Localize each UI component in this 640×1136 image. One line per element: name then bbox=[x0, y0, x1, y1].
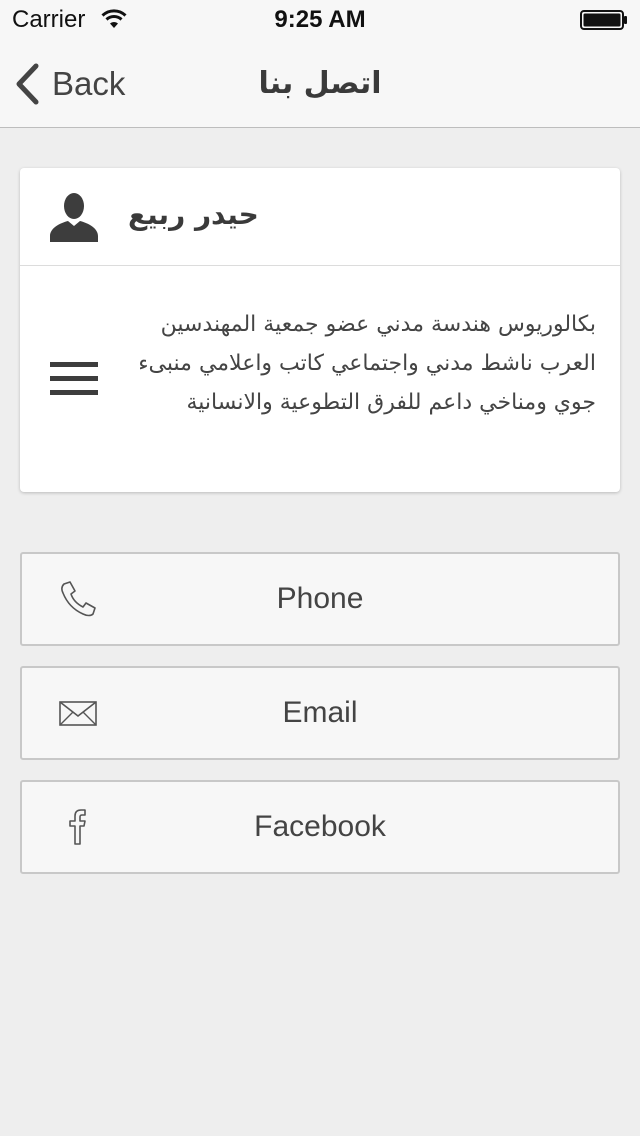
facebook-button[interactable]: Facebook bbox=[20, 780, 620, 874]
phone-button[interactable]: Phone bbox=[20, 552, 620, 646]
profile-bio-row: بكالوريوس هندسة مدني عضو جمعية المهندسين… bbox=[20, 267, 620, 492]
facebook-label: Facebook bbox=[254, 810, 386, 843]
status-bar: Carrier 9:25 AM bbox=[0, 0, 640, 40]
menu-icon bbox=[50, 362, 98, 395]
phone-label: Phone bbox=[276, 582, 364, 615]
profile-bio: بكالوريوس هندسة مدني عضو جمعية المهندسين… bbox=[138, 312, 596, 415]
person-icon bbox=[50, 193, 98, 242]
navigation-bar: Back اتصل بنا bbox=[0, 40, 640, 128]
email-label: Email bbox=[282, 696, 358, 729]
page-title: اتصل بنا bbox=[258, 66, 382, 101]
person-name: حيدر ربيع bbox=[128, 198, 259, 231]
status-time: 9:25 AM bbox=[274, 6, 366, 33]
battery-icon bbox=[580, 10, 627, 30]
email-button[interactable]: Email bbox=[20, 666, 620, 760]
profile-card: حيدر ربيع بكالوريوس هندسة مدني عضو جمعية… bbox=[20, 168, 620, 492]
profile-name-row: حيدر ربيع bbox=[20, 168, 620, 266]
